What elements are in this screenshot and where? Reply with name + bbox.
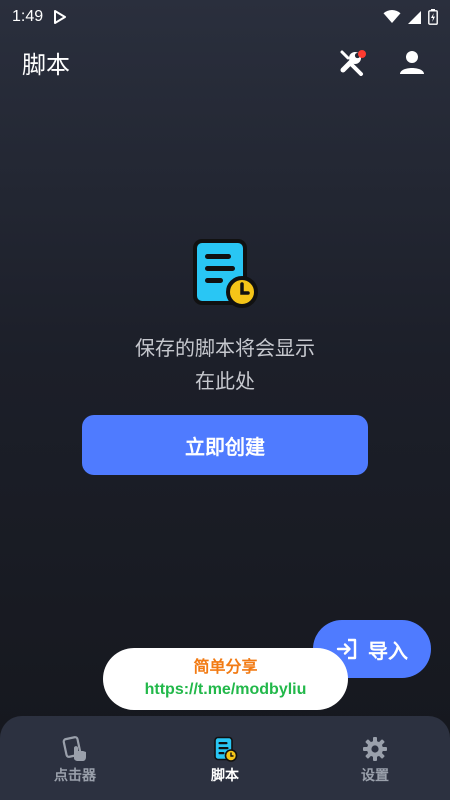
nav-label-script: 脚本 <box>211 768 239 784</box>
battery-icon <box>428 9 438 25</box>
share-link[interactable]: https://t.me/modbyliu <box>145 678 307 702</box>
nav-item-clicker[interactable]: 点击器 <box>0 716 150 785</box>
play-store-icon <box>54 10 67 24</box>
nav-label-settings: 设置 <box>361 768 389 784</box>
nav-item-script[interactable]: 脚本 <box>150 716 300 785</box>
empty-message-line-1: 保存的脚本将会显示 <box>135 336 315 360</box>
app-bar: 脚本 <box>0 34 450 90</box>
tools-button[interactable] <box>336 46 368 78</box>
wifi-icon <box>383 10 401 23</box>
share-title: 简单分享 <box>193 657 258 676</box>
empty-message: 保存的脚本将会显示 在此处 <box>95 332 355 398</box>
person-icon <box>400 51 424 74</box>
signal-icon <box>408 10 421 24</box>
page-title: 脚本 <box>22 50 70 79</box>
account-button[interactable] <box>396 46 428 78</box>
import-label: 导入 <box>368 638 408 663</box>
nav-label-clicker: 点击器 <box>54 768 96 784</box>
create-now-button[interactable]: 立即创建 <box>82 415 368 475</box>
script-document-icon <box>193 239 258 308</box>
empty-state: 保存的脚本将会显示 在此处 <box>0 238 450 398</box>
notification-badge <box>358 50 366 58</box>
share-banner[interactable]: 简单分享 https://t.me/modbyliu <box>103 648 348 710</box>
nav-item-settings[interactable]: 设置 <box>300 716 450 785</box>
empty-message-line-2: 在此处 <box>195 369 255 393</box>
status-time: 1:49 <box>12 8 44 25</box>
status-indicators <box>383 9 438 25</box>
status-bar: 1:49 <box>0 0 450 34</box>
gear-icon <box>363 737 387 761</box>
clicker-icon <box>62 736 86 761</box>
script-icon <box>214 736 238 762</box>
bottom-nav: 点击器 脚本 设置 <box>0 716 450 800</box>
